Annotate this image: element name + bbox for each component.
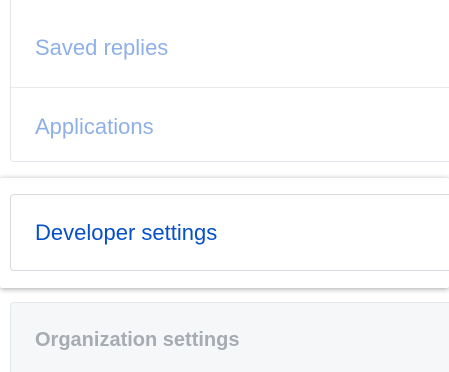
settings-sidebar: Saved replies Applications Developer set… — [0, 0, 449, 372]
developer-settings-highlight: Developer settings — [0, 178, 449, 288]
personal-settings-menu: Saved replies Applications — [10, 0, 449, 162]
organization-settings-header: Organization settings — [35, 329, 240, 351]
developer-settings-link[interactable]: Developer settings — [10, 194, 449, 271]
organization-settings-panel: Organization settings — [10, 302, 449, 372]
menu-item-applications[interactable]: Applications — [11, 87, 449, 165]
developer-settings-label: Developer settings — [35, 219, 218, 245]
menu-item-saved-replies[interactable]: Saved replies — [11, 9, 449, 87]
